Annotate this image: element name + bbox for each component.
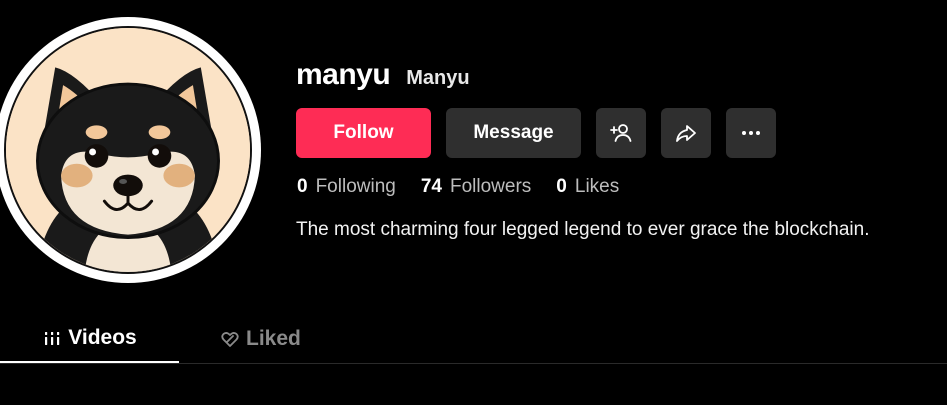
more-icon [742,131,760,135]
more-options-button[interactable] [726,108,776,158]
likes-stat: 0 Likes [556,176,619,198]
shiba-inu-avatar-image [4,26,252,274]
followers-count: 74 [420,176,442,197]
tab-videos[interactable]: Videos [0,315,179,363]
following-count: 0 [297,176,308,197]
add-friend-button[interactable] [596,108,646,158]
grid-icon [45,332,60,345]
profile-names: manyu Manyu [296,58,470,92]
add-friend-icon [610,124,632,142]
nickname: Manyu [406,67,470,89]
profile-bio: The most charming four legged legend to … [296,219,870,240]
message-button[interactable]: Message [446,108,581,158]
avatar[interactable] [0,17,261,283]
profile-stats: 0 Following 74 Followers 0 Likes [297,176,644,198]
profile-tabs: Videos Liked [0,315,947,364]
following-label: Following [315,176,396,197]
followers-stat[interactable]: 74 Followers [421,176,531,198]
username: manyu [296,58,391,91]
liked-heart-icon [221,331,239,347]
share-button[interactable] [661,108,711,158]
tab-liked-label: Liked [246,326,301,350]
tab-liked[interactable]: Liked [220,315,301,362]
likes-count: 0 [556,176,567,197]
following-stat[interactable]: 0 Following [297,176,396,198]
follow-button[interactable]: Follow [296,108,431,158]
share-icon [676,125,696,142]
followers-label: Followers [449,176,532,197]
likes-label: Likes [574,176,620,197]
tab-videos-label: Videos [68,326,137,349]
